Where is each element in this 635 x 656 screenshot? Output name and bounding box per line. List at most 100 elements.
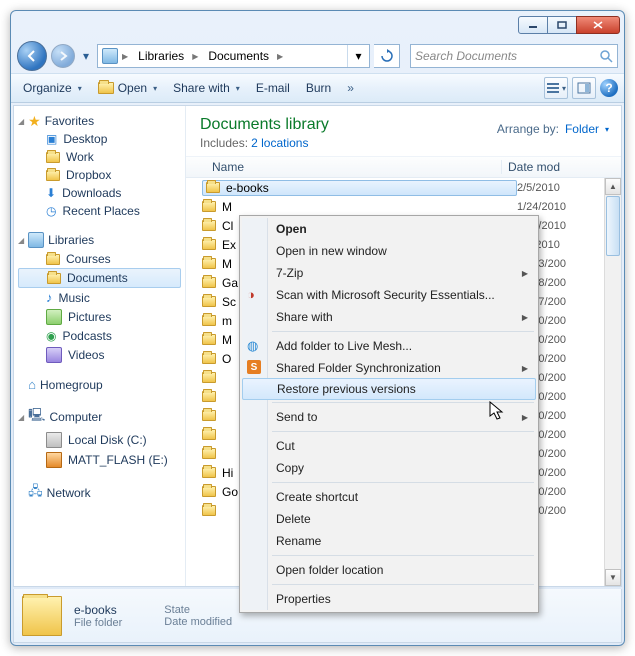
ctx-shared-folder-sync[interactable]: SShared Folder Synchronization: [242, 357, 536, 379]
file-name: Go: [222, 485, 238, 499]
ctx-live-mesh[interactable]: ◍Add folder to Live Mesh...: [242, 335, 536, 357]
details-modified-label: Date modified: [164, 616, 232, 628]
sidebar-libraries-header[interactable]: ◢Libraries: [14, 230, 185, 250]
email-button[interactable]: E-mail: [250, 78, 296, 98]
sidebar-network-header[interactable]: ◢🖧Network: [14, 480, 185, 506]
scroll-thumb[interactable]: [606, 196, 620, 256]
folder-icon: [202, 410, 216, 421]
address-bar[interactable]: ▶ Libraries▶ Documents▶ ▾: [97, 44, 370, 68]
sidebar-item-downloads[interactable]: ⬇Downloads: [14, 184, 185, 202]
search-box[interactable]: Search Documents: [410, 44, 618, 68]
back-button[interactable]: [17, 41, 47, 71]
maximize-button[interactable]: [547, 16, 577, 34]
folder-icon: [202, 467, 216, 478]
library-header: Documents library Includes: 2 locations …: [186, 106, 621, 156]
usb-icon: [46, 452, 62, 468]
arrange-by[interactable]: Arrange by: Folder ▾: [497, 116, 609, 136]
folder-icon: [46, 152, 60, 163]
ctx-copy[interactable]: Copy: [242, 457, 536, 479]
sidebar-item-dropbox[interactable]: Dropbox: [14, 166, 185, 184]
refresh-button[interactable]: [374, 44, 400, 68]
sidebar-item-courses[interactable]: Courses: [14, 250, 185, 268]
toolbar-overflow[interactable]: »: [341, 78, 360, 98]
sidebar-item-music[interactable]: ♪Music: [14, 288, 185, 307]
ctx-cut[interactable]: Cut: [242, 435, 536, 457]
folder-icon: [202, 429, 216, 440]
help-button[interactable]: ?: [600, 79, 618, 97]
breadcrumb-libraries[interactable]: Libraries▶: [134, 45, 204, 67]
computer-icon: 🖳: [28, 406, 45, 428]
sidebar-item-videos[interactable]: Videos: [14, 345, 185, 365]
details-state-label: State: [164, 604, 232, 616]
address-dropdown[interactable]: ▾: [347, 45, 369, 67]
file-name: M: [222, 333, 232, 347]
recent-icon: ◷: [46, 204, 56, 218]
ctx-open-folder-location[interactable]: Open folder location: [242, 559, 536, 581]
breadcrumb-root[interactable]: ▶: [98, 45, 134, 67]
mesh-icon: ◍: [247, 338, 263, 354]
search-icon: [599, 49, 613, 63]
sidebar-item-flash-drive[interactable]: MATT_FLASH (E:): [14, 450, 185, 470]
column-name[interactable]: Name: [186, 160, 501, 174]
sidebar-item-documents[interactable]: Documents: [18, 268, 181, 288]
ctx-7zip[interactable]: 7-Zip: [242, 262, 536, 284]
share-with-button[interactable]: Share with: [167, 78, 246, 98]
column-headers: Name Date mod: [186, 156, 621, 178]
scroll-up-button[interactable]: ▲: [605, 178, 621, 195]
sidebar-item-recent-places[interactable]: ◷Recent Places: [14, 202, 185, 220]
ctx-scan-mse[interactable]: ◑Scan with Microsoft Security Essentials…: [242, 284, 536, 306]
ctx-rename[interactable]: Rename: [242, 530, 536, 552]
sidebar-item-work[interactable]: Work: [14, 148, 185, 166]
scroll-down-button[interactable]: ▼: [605, 569, 621, 586]
library-title: Documents library: [200, 116, 329, 134]
sidebar-item-desktop[interactable]: ▣Desktop: [14, 130, 185, 148]
preview-pane-button[interactable]: [572, 77, 596, 99]
ctx-open[interactable]: Open: [242, 218, 536, 240]
ctx-create-shortcut[interactable]: Create shortcut: [242, 486, 536, 508]
file-name: Ga: [222, 276, 238, 290]
vertical-scrollbar[interactable]: ▲ ▼: [604, 178, 621, 586]
sidebar-homegroup-header[interactable]: ◢⌂Homegroup: [14, 375, 185, 394]
file-row[interactable]: e-books2/5/2010: [186, 178, 621, 197]
window-controls: [519, 16, 620, 34]
breadcrumb-documents[interactable]: Documents▶: [204, 45, 289, 67]
ctx-properties[interactable]: Properties: [242, 588, 536, 610]
includes-link[interactable]: 2 locations: [251, 136, 308, 150]
ctx-delete[interactable]: Delete: [242, 508, 536, 530]
burn-button[interactable]: Burn: [300, 78, 337, 98]
organize-button[interactable]: Organize: [17, 78, 88, 98]
forward-button[interactable]: [51, 44, 75, 68]
file-name: O: [222, 352, 231, 366]
details-folder-icon: [22, 596, 62, 636]
sidebar-computer-header[interactable]: ◢🖳Computer: [14, 404, 185, 430]
view-options-button[interactable]: ▾: [544, 77, 568, 99]
ctx-share-with[interactable]: Share with: [242, 306, 536, 328]
music-icon: ♪: [46, 290, 53, 305]
folder-icon: [202, 334, 216, 345]
file-name: Hi: [222, 466, 233, 480]
column-date[interactable]: Date mod: [501, 160, 621, 174]
sidebar-item-pictures[interactable]: Pictures: [14, 307, 185, 327]
minimize-button[interactable]: [518, 16, 548, 34]
sidebar-item-podcasts[interactable]: ◉Podcasts: [14, 327, 185, 345]
command-bar: Organize Open Share with E-mail Burn » ▾…: [11, 73, 624, 103]
ctx-restore-previous-versions[interactable]: Restore previous versions: [242, 378, 536, 400]
folder-icon: [202, 220, 216, 231]
mouse-cursor-icon: [489, 401, 505, 421]
pictures-icon: [46, 309, 62, 325]
file-name: Sc: [222, 295, 236, 309]
folder-icon: [202, 201, 216, 212]
folder-icon: [46, 170, 60, 181]
file-row[interactable]: M1/24/2010: [186, 197, 621, 216]
videos-icon: [46, 347, 62, 363]
file-date: 1/24/2010: [517, 201, 566, 213]
history-dropdown[interactable]: ▾: [79, 46, 93, 66]
sidebar-favorites-header[interactable]: ◢★Favorites: [14, 112, 185, 130]
desktop-icon: ▣: [46, 132, 57, 146]
close-button[interactable]: [576, 16, 620, 34]
folder-icon: [206, 182, 220, 193]
file-name: Cl: [222, 219, 233, 233]
open-button[interactable]: Open: [92, 78, 163, 98]
sidebar-item-local-disk[interactable]: Local Disk (C:): [14, 430, 185, 450]
ctx-open-new-window[interactable]: Open in new window: [242, 240, 536, 262]
